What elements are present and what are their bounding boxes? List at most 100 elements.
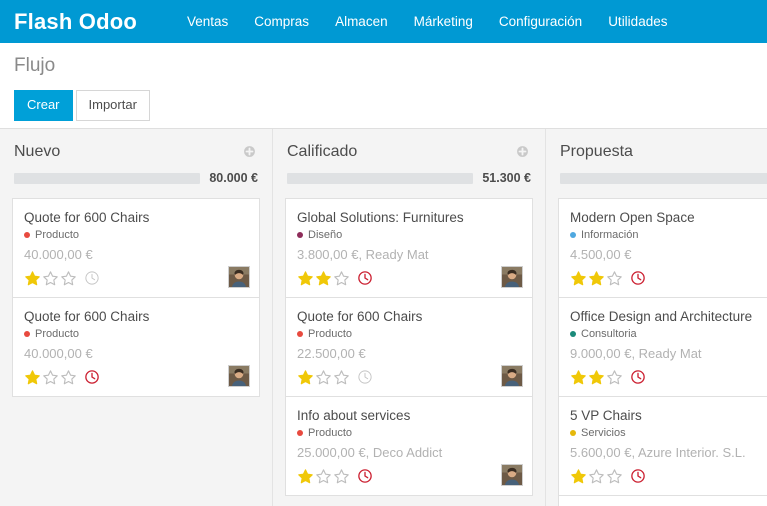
kanban-card[interactable]: Need 20 Desks xyxy=(559,496,767,506)
star-filled-icon[interactable] xyxy=(297,369,314,386)
clock-alert-icon[interactable] xyxy=(357,270,373,286)
add-card-button[interactable] xyxy=(241,145,258,160)
kanban-card-tag: Diseño xyxy=(297,229,521,241)
add-card-button[interactable] xyxy=(514,145,531,160)
nav-item-utilidades[interactable]: Utilidades xyxy=(608,12,667,31)
kanban-card[interactable]: Quote for 600 Chairs Producto 22.500,00 € xyxy=(286,298,532,397)
star-empty-icon[interactable] xyxy=(315,468,332,485)
progress-bar-track[interactable] xyxy=(287,173,473,184)
star-empty-icon[interactable] xyxy=(42,270,59,287)
star-empty-icon[interactable] xyxy=(333,369,350,386)
star-filled-icon[interactable] xyxy=(570,270,587,287)
kanban-card-tag-label: Producto xyxy=(308,427,352,439)
tag-dot-icon xyxy=(297,331,303,337)
clock-alert-icon[interactable] xyxy=(84,369,100,385)
kanban-card-title: Quote for 600 Chairs xyxy=(24,308,248,325)
kanban-card[interactable]: Modern Open SpaceInformación4.500,00 € xyxy=(559,199,767,298)
assignee-avatar[interactable] xyxy=(501,464,523,486)
priority-star-rating[interactable] xyxy=(570,369,623,386)
assignee-avatar[interactable] xyxy=(501,365,523,387)
kanban-card-tag-label: Producto xyxy=(35,328,79,340)
priority-star-rating[interactable] xyxy=(297,270,350,287)
star-filled-icon[interactable] xyxy=(570,369,587,386)
tag-dot-icon xyxy=(297,232,303,238)
assignee-avatar[interactable] xyxy=(501,266,523,288)
star-filled-icon[interactable] xyxy=(24,270,41,287)
kanban-card-amount: 25.000,00 €, Deco Addict xyxy=(297,445,521,461)
priority-star-rating[interactable] xyxy=(570,270,623,287)
column-total-amount: 80.000 € xyxy=(209,171,258,185)
kanban-card[interactable]: 5 VP ChairsServicios5.600,00 €, Azure In… xyxy=(559,397,767,496)
star-empty-icon[interactable] xyxy=(333,270,350,287)
star-empty-icon[interactable] xyxy=(606,270,623,287)
kanban-card-tag: Producto xyxy=(297,427,521,439)
star-filled-icon[interactable] xyxy=(24,369,41,386)
star-filled-icon[interactable] xyxy=(297,468,314,485)
assignee-avatar[interactable] xyxy=(228,365,250,387)
kanban-column-title: Propuesta xyxy=(560,143,633,161)
priority-star-rating[interactable] xyxy=(24,369,77,386)
clock-alert-icon[interactable] xyxy=(630,468,646,484)
nav-item-compras[interactable]: Compras xyxy=(254,12,309,31)
kanban-card[interactable]: Quote for 600 ChairsProducto40.000,00 € xyxy=(13,298,259,396)
main-nav-menu: Ventas Compras Almacen Márketing Configuraci… xyxy=(187,12,667,31)
nav-item-ventas[interactable]: Ventas xyxy=(187,12,228,31)
kanban-card-title: Quote for 600 Chairs xyxy=(297,308,521,325)
progress-bar-track[interactable] xyxy=(560,173,767,184)
star-filled-icon[interactable] xyxy=(570,468,587,485)
kanban-card-footer xyxy=(24,367,248,387)
kanban-column-title: Calificado xyxy=(287,143,357,161)
clock-alert-icon[interactable] xyxy=(357,468,373,484)
kanban-card[interactable]: Info about servicesProducto25.000,00 €, … xyxy=(286,397,532,495)
star-filled-icon[interactable] xyxy=(297,270,314,287)
clock-muted-icon[interactable] xyxy=(357,369,373,385)
avatar-image xyxy=(502,366,522,386)
star-filled-icon[interactable] xyxy=(588,369,605,386)
plus-circle-icon[interactable] xyxy=(243,145,256,158)
kanban-card[interactable]: Office Design and ArchitectureConsultori… xyxy=(559,298,767,397)
kanban-column: Calificado 51.300 € Global Solutions: Furn… xyxy=(273,129,546,506)
kanban-card[interactable]: Global Solutions: FurnituresDiseño3.800,… xyxy=(286,199,532,298)
clock-alert-icon[interactable] xyxy=(630,270,646,286)
assignee-avatar[interactable] xyxy=(228,266,250,288)
kanban-card-amount: 22.500,00 € xyxy=(297,346,521,362)
star-filled-icon[interactable] xyxy=(315,270,332,287)
column-total-amount: 51.300 € xyxy=(482,171,531,185)
kanban-card[interactable]: Quote for 600 ChairsProducto40.000,00 € xyxy=(13,199,259,298)
kanban-card-tag-label: Servicios xyxy=(581,427,626,439)
nav-item-configuraci-n[interactable]: Configuración xyxy=(499,12,582,31)
app-brand[interactable]: Flash Odoo xyxy=(14,9,137,35)
kanban-card-tag-label: Producto xyxy=(308,328,352,340)
star-empty-icon[interactable] xyxy=(333,468,350,485)
priority-star-rating[interactable] xyxy=(570,468,623,485)
star-empty-icon[interactable] xyxy=(60,270,77,287)
avatar-image xyxy=(502,465,522,485)
clock-muted-icon[interactable] xyxy=(84,270,100,286)
priority-star-rating[interactable] xyxy=(297,369,350,386)
kanban-column-title: Nuevo xyxy=(14,143,60,161)
tag-dot-icon xyxy=(570,430,576,436)
plus-circle-icon[interactable] xyxy=(516,145,529,158)
avatar-image xyxy=(502,267,522,287)
star-empty-icon[interactable] xyxy=(315,369,332,386)
star-empty-icon[interactable] xyxy=(42,369,59,386)
create-button[interactable]: Crear xyxy=(14,90,73,121)
priority-star-rating[interactable] xyxy=(297,468,350,485)
star-empty-icon[interactable] xyxy=(60,369,77,386)
kanban-card-tag: Producto xyxy=(297,328,521,340)
kanban-card-list: Quote for 600 ChairsProducto40.000,00 € Q… xyxy=(12,198,260,397)
star-empty-icon[interactable] xyxy=(606,369,623,386)
star-empty-icon[interactable] xyxy=(588,468,605,485)
kanban-progress-row: 80.000 € xyxy=(12,171,260,185)
clock-alert-icon[interactable] xyxy=(630,369,646,385)
priority-star-rating[interactable] xyxy=(24,270,77,287)
tag-dot-icon xyxy=(570,232,576,238)
progress-bar-track[interactable] xyxy=(14,173,200,184)
import-button[interactable]: Importar xyxy=(76,90,150,121)
star-filled-icon[interactable] xyxy=(588,270,605,287)
tag-dot-icon xyxy=(24,331,30,337)
star-empty-icon[interactable] xyxy=(606,468,623,485)
kanban-column-header: Nuevo xyxy=(12,129,260,161)
nav-item-almacen[interactable]: Almacen xyxy=(335,12,388,31)
nav-item-m-rketing[interactable]: Márketing xyxy=(414,12,473,31)
